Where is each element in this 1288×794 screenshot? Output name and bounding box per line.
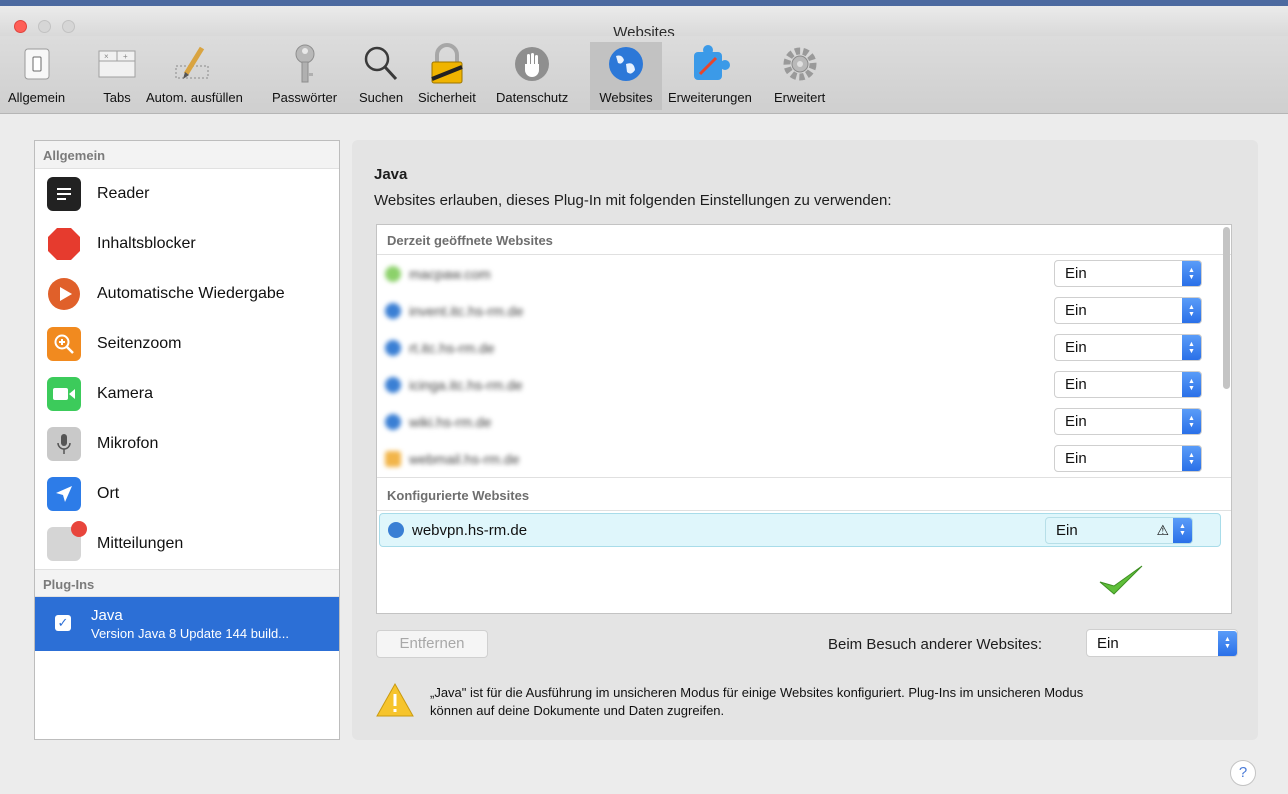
- site-permission-select[interactable]: Ein ▲ ▼: [1054, 334, 1202, 361]
- toolbar-item-privacy[interactable]: Datenschutz: [496, 42, 568, 110]
- plugin-enabled-checkbox[interactable]: ✓: [55, 615, 71, 631]
- hand-icon: [509, 42, 555, 86]
- warning-icon: ⚠: [1156, 521, 1169, 538]
- sidebar-item-camera[interactable]: Kamera: [35, 369, 339, 419]
- play-icon: [47, 277, 81, 311]
- tabs-icon: × +: [94, 42, 140, 86]
- website-row: invent.itc.hs-rm.de Ein ▲ ▼: [377, 292, 1231, 329]
- unsafe-mode-warning: „Java" ist für die Ausführung im unsiche…: [376, 680, 1232, 728]
- globe-icon: [385, 376, 401, 393]
- chevron-updown-icon: ▲ ▼: [1182, 298, 1201, 323]
- gear-icon: [777, 42, 823, 86]
- list-scrollbar[interactable]: [1223, 227, 1230, 389]
- plugin-version: Version Java 8 Update 144 build...: [91, 626, 290, 641]
- chevron-updown-icon: ▲ ▼: [1182, 372, 1201, 397]
- toolbar-item-security[interactable]: Sicherheit: [418, 42, 476, 110]
- toolbar: Allgemein × + Tabs Autom. ausfüllen Passw…: [0, 36, 1288, 114]
- location-icon: [47, 477, 81, 511]
- chevron-updown-icon: ▲ ▼: [1182, 446, 1201, 471]
- plugin-title: Java: [374, 166, 408, 183]
- plugin-settings-panel: Java Websites erlauben, dieses Plug-In m…: [352, 140, 1258, 740]
- site-permission-select[interactable]: Ein ▲ ▼: [1054, 408, 1202, 435]
- svg-text:+: +: [123, 52, 128, 61]
- reader-icon: [47, 177, 81, 211]
- toolbar-item-allgemein[interactable]: Allgemein: [8, 42, 65, 110]
- other-websites-select[interactable]: Ein ▲ ▼: [1086, 629, 1238, 657]
- globe-icon: [385, 339, 401, 356]
- chevron-updown-icon: ▲ ▼: [1173, 517, 1192, 543]
- globe-icon: [388, 522, 404, 538]
- settings-sidebar: Allgemein Reader Inhaltsblocker Automati…: [34, 140, 340, 740]
- toolbar-item-websites[interactable]: Websites: [590, 42, 662, 110]
- sidebar-item-location[interactable]: Ort: [35, 469, 339, 519]
- remove-button[interactable]: Entfernen: [376, 630, 488, 658]
- help-button[interactable]: ?: [1230, 760, 1256, 786]
- stop-icon: [47, 227, 81, 261]
- chevron-updown-icon: ▲ ▼: [1182, 335, 1201, 360]
- svg-text:×: ×: [104, 52, 109, 61]
- green-checkmark-icon: [1098, 564, 1144, 601]
- sidebar-header-general: Allgemein: [35, 141, 339, 169]
- notification-icon: [47, 521, 87, 561]
- configured-websites-header: Konfigurierte Websites: [377, 477, 1231, 511]
- site-permission-select[interactable]: Ein ▲ ▼: [1054, 260, 1202, 287]
- plugin-name: Java: [91, 607, 123, 624]
- padlock-icon: [424, 42, 470, 86]
- sidebar-item-reader[interactable]: Reader: [35, 169, 339, 219]
- toolbar-item-passwords[interactable]: Passwörter: [272, 42, 337, 110]
- other-websites-label: Beim Besuch anderer Websites:: [828, 636, 1042, 653]
- globe-icon: [385, 413, 401, 430]
- toolbar-item-tabs[interactable]: × + Tabs: [94, 42, 140, 110]
- warning-triangle-icon: [376, 682, 414, 721]
- zoom-icon: [47, 327, 81, 361]
- globe-icon: [385, 302, 401, 319]
- website-row: rt.itc.hs-rm.de Ein ▲ ▼: [377, 329, 1231, 366]
- chevron-updown-icon: ▲ ▼: [1218, 630, 1237, 656]
- key-icon: [282, 42, 328, 86]
- pencil-icon: [171, 42, 217, 86]
- camera-icon: [47, 377, 81, 411]
- sidebar-item-java-plugin[interactable]: ✓ Java Version Java 8 Update 144 build..…: [35, 597, 339, 651]
- sidebar-item-autoplay[interactable]: Automatische Wiedergabe: [35, 269, 339, 319]
- preferences-window: Websites Allgemein × + Tabs Autom. ausfül…: [0, 0, 1288, 794]
- toolbar-item-search[interactable]: Suchen: [358, 42, 404, 110]
- site-favicon-icon: [385, 265, 401, 282]
- microphone-icon: [47, 427, 81, 461]
- sidebar-item-content-blocker[interactable]: Inhaltsblocker: [35, 219, 339, 269]
- configured-website-row[interactable]: webvpn.hs-rm.de Ein ⚠ ▲ ▼: [379, 513, 1221, 547]
- general-switch-icon: [14, 42, 60, 86]
- toolbar-item-autofill[interactable]: Autom. ausfüllen: [146, 42, 243, 110]
- puzzle-icon: [687, 42, 733, 86]
- site-permission-select[interactable]: Ein ▲ ▼: [1054, 445, 1202, 472]
- plugin-description: Websites erlauben, dieses Plug-In mit fo…: [374, 192, 892, 209]
- toolbar-item-extensions[interactable]: Erweiterungen: [668, 42, 752, 110]
- sidebar-header-plugins: Plug-Ins: [35, 569, 339, 597]
- website-list[interactable]: Derzeit geöffnete Websites macpaw.com Ei…: [376, 224, 1232, 614]
- chevron-updown-icon: ▲ ▼: [1182, 261, 1201, 286]
- chevron-updown-icon: ▲ ▼: [1182, 409, 1201, 434]
- website-row: macpaw.com Ein ▲ ▼: [377, 255, 1231, 292]
- site-permission-select[interactable]: Ein ▲ ▼: [1054, 297, 1202, 324]
- open-websites-header: Derzeit geöffnete Websites: [377, 225, 1231, 255]
- warning-text: „Java" ist für die Ausführung im unsiche…: [430, 685, 1084, 718]
- sidebar-item-notifications[interactable]: Mitteilungen: [35, 519, 339, 569]
- website-row: webmail.hs-rm.de Ein ▲ ▼: [377, 440, 1231, 477]
- site-favicon-icon: [385, 450, 401, 467]
- website-row: wiki.hs-rm.de Ein ▲ ▼: [377, 403, 1231, 440]
- site-permission-select[interactable]: Ein ▲ ▼: [1054, 371, 1202, 398]
- toolbar-item-advanced[interactable]: Erweitert: [774, 42, 825, 110]
- sidebar-item-page-zoom[interactable]: Seitenzoom: [35, 319, 339, 369]
- website-row: icinga.itc.hs-rm.de Ein ▲ ▼: [377, 366, 1231, 403]
- magnifier-icon: [358, 42, 404, 86]
- globe-icon: [603, 42, 649, 86]
- title-bar: Websites: [0, 6, 1288, 41]
- site-permission-select[interactable]: Ein ⚠ ▲ ▼: [1045, 516, 1193, 544]
- sidebar-item-microphone[interactable]: Mikrofon: [35, 419, 339, 469]
